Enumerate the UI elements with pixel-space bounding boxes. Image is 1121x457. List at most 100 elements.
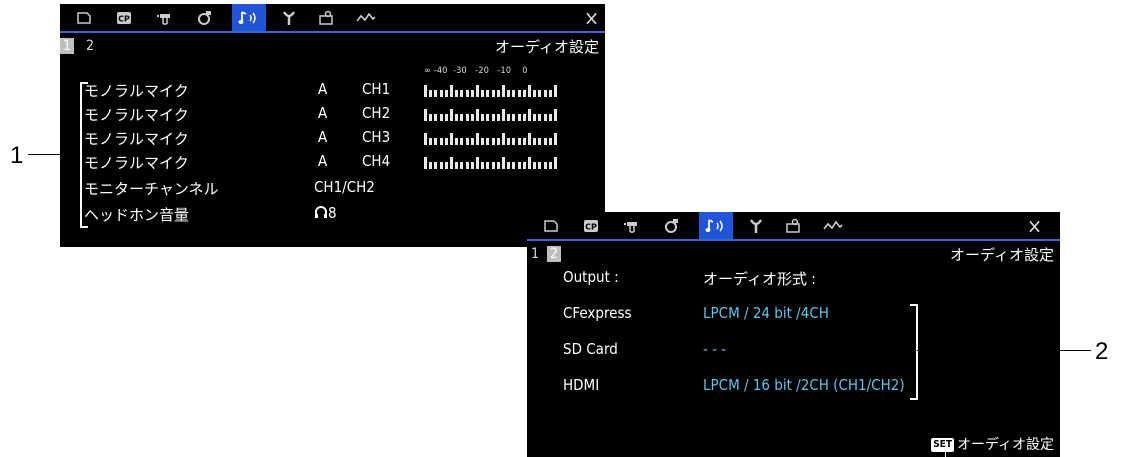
meter-segment: [491, 162, 495, 169]
card-icon[interactable]: [535, 212, 567, 240]
ch1-input-label[interactable]: モノラルマイク: [84, 80, 189, 101]
close-button[interactable]: ×: [584, 6, 599, 30]
waveform-icon[interactable]: [350, 4, 382, 32]
cp-icon[interactable]: CP: [575, 212, 607, 240]
user-icon[interactable]: [310, 4, 342, 32]
cfexpress-label: CFexpress: [563, 304, 632, 322]
card-icon[interactable]: [68, 4, 100, 32]
meter-segment: [429, 138, 433, 145]
meter-segment: [548, 138, 552, 145]
page-2-indicator[interactable]: 2: [547, 246, 562, 262]
meter-segment: [465, 90, 469, 97]
meter-segment: [470, 162, 474, 169]
meter-segment: [481, 138, 485, 145]
meter-segment: [476, 133, 479, 145]
ch4-channel: CH4: [362, 152, 391, 170]
meter-segment: [439, 162, 443, 169]
audio-settings-screen-page-2: CP × 1 2 オーディオ設定 Output : オーディオ形式 : CFex…: [527, 212, 1060, 457]
meter-segment: [491, 114, 495, 121]
meter-segment: [444, 162, 448, 169]
meter-segment: [439, 138, 443, 145]
ch3-input-label[interactable]: モノラルマイク: [84, 128, 189, 149]
meter-segment: [533, 162, 537, 169]
meter-segment: [496, 90, 500, 97]
headphone-volume-label[interactable]: ヘッドホン音量: [84, 204, 189, 225]
meter-segment: [486, 138, 490, 145]
meter-segment: [538, 90, 542, 97]
meter-segment: [491, 90, 495, 97]
meter-segment: [424, 109, 427, 121]
meter-segment: [444, 114, 448, 121]
meter-segment: [517, 162, 521, 169]
meter-segment: [502, 133, 505, 145]
meter-segment: [486, 114, 490, 121]
custom-picture-icon[interactable]: [655, 212, 687, 240]
ch1-input-type: A: [318, 80, 328, 98]
meter-segment: [554, 109, 557, 121]
meter-segment: [465, 138, 469, 145]
meter-segment: [538, 114, 542, 121]
meter-segment: [548, 114, 552, 121]
meter-segment: [450, 133, 453, 145]
audio-settings-screen-page-1: CP × 1 2 オーディオ設定 ∞ -40 -30 -20 -10 0 モノラ…: [60, 4, 605, 247]
meter-segment: [507, 90, 511, 97]
page-1-indicator[interactable]: 1: [531, 246, 539, 262]
ch4-input-label[interactable]: モノラルマイク: [84, 152, 189, 173]
meter-segment: [486, 90, 490, 97]
menu-tab-bar: CP ×: [60, 4, 605, 33]
page-title: オーディオ設定: [495, 38, 599, 56]
hdmi-format-value: LPCM / 16 bit /2CH (CH1/CH2): [703, 376, 905, 394]
tools-icon[interactable]: [740, 212, 772, 240]
meter-segment: [481, 114, 485, 121]
camera-icon[interactable]: [615, 212, 647, 240]
headphone-volume-value: 8: [314, 204, 337, 222]
callout-number-1: 1: [10, 142, 24, 169]
monitor-channel-label[interactable]: モニターチャンネル: [84, 178, 219, 199]
meter-segment: [476, 109, 479, 121]
meter-segment: [512, 138, 516, 145]
meter-segment: [517, 114, 521, 121]
meter-segment: [512, 162, 516, 169]
meter-segment: [528, 85, 531, 97]
ch2-level-meter: [424, 108, 558, 121]
meter-segment: [496, 162, 500, 169]
meter-segment: [538, 138, 542, 145]
meter-segment: [439, 90, 443, 97]
meter-segment: [455, 114, 459, 121]
meter-segment: [512, 90, 516, 97]
meter-segment: [522, 138, 526, 145]
meter-segment: [517, 90, 521, 97]
meter-segment: [450, 109, 453, 121]
cp-icon[interactable]: CP: [108, 4, 140, 32]
sd-card-format-value: - - -: [703, 340, 727, 358]
close-button[interactable]: ×: [1027, 214, 1042, 238]
meter-segment: [502, 109, 505, 121]
waveform-icon[interactable]: [817, 212, 849, 240]
tools-icon[interactable]: [273, 4, 305, 32]
audio-icon[interactable]: [699, 212, 733, 240]
meter-segment: [496, 138, 500, 145]
user-icon[interactable]: [777, 212, 809, 240]
meter-segment: [533, 114, 537, 121]
custom-picture-icon[interactable]: [188, 4, 220, 32]
meter-segment: [450, 85, 453, 97]
meter-segment: [460, 138, 464, 145]
set-audio-settings-hint[interactable]: SET オーディオ設定: [931, 434, 1054, 454]
meter-segment: [543, 114, 547, 121]
audio-icon[interactable]: [232, 4, 266, 32]
cfexpress-format-value: LPCM / 24 bit /4CH: [703, 304, 829, 322]
ch4-input-type: A: [318, 152, 328, 170]
meter-segment: [554, 85, 557, 97]
meter-segment: [528, 157, 531, 169]
meter-segment: [434, 90, 438, 97]
meter-segment: [444, 90, 448, 97]
meter-segment: [507, 162, 511, 169]
sd-card-label: SD Card: [563, 340, 618, 358]
page-1-indicator[interactable]: 1: [60, 38, 75, 54]
svg-text:CP: CP: [585, 223, 597, 232]
page-2-indicator[interactable]: 2: [86, 38, 94, 54]
meter-segment: [455, 138, 459, 145]
camera-icon[interactable]: [148, 4, 180, 32]
ch2-input-label[interactable]: モノラルマイク: [84, 104, 189, 125]
meter-segment: [460, 162, 464, 169]
